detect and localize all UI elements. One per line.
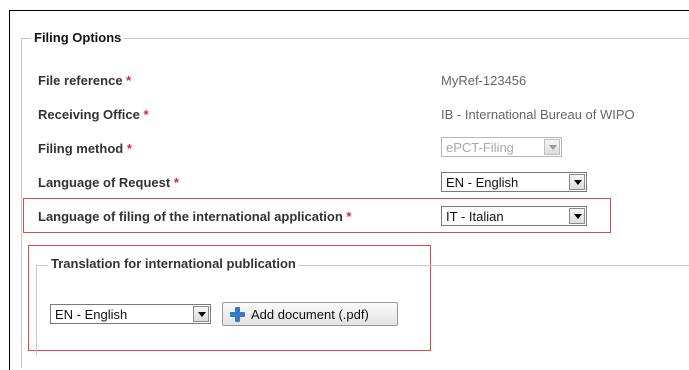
receiving-office-label: Receiving Office * [38, 107, 149, 122]
language-of-filing-select[interactable]: IT - Italian [441, 206, 587, 226]
language-of-filing-select-value: IT - Italian [446, 209, 504, 224]
file-reference-label: File reference * [38, 73, 131, 88]
file-reference-label-text: File reference [38, 73, 123, 88]
chevron-down-icon [574, 180, 582, 185]
filing-method-label-text: Filing method [38, 141, 124, 156]
file-reference-value: MyRef-123456 [441, 73, 527, 88]
chevron-down-icon [198, 312, 206, 317]
receiving-office-label-text: Receiving Office [38, 107, 140, 122]
language-of-request-dropdown-button[interactable] [569, 174, 585, 190]
language-of-filing-label: Language of filing of the international … [38, 209, 351, 224]
required-marker: * [126, 141, 132, 156]
add-document-button-label: Add document (.pdf) [251, 307, 369, 322]
filing-method-select-value: ePCT-Filing [446, 140, 514, 155]
filing-method-select: ePCT-Filing [441, 137, 562, 157]
chevron-down-icon [574, 214, 582, 219]
translation-language-select-value: EN - English [55, 307, 128, 322]
language-of-request-label-text: Language of Request [38, 175, 171, 190]
language-of-request-select[interactable]: EN - English [441, 172, 587, 192]
translation-legend: Translation for international publicatio… [48, 256, 299, 271]
receiving-office-value: IB - International Bureau of WIPO [441, 107, 635, 122]
add-document-button[interactable]: Add document (.pdf) [222, 302, 398, 326]
chevron-down-icon [549, 145, 557, 150]
filing-options-legend: Filing Options [31, 30, 125, 45]
translation-language-dropdown-button[interactable] [193, 306, 209, 322]
language-of-filing-label-text: Language of filing of the international … [38, 209, 343, 224]
plus-icon [230, 307, 245, 322]
language-of-request-select-value: EN - English [446, 175, 519, 190]
translation-language-select[interactable]: EN - English [50, 304, 211, 324]
language-of-request-label: Language of Request * [38, 175, 179, 190]
language-of-filing-dropdown-button[interactable] [569, 208, 585, 224]
filing-method-label: Filing method * [38, 141, 132, 156]
filing-method-dropdown-button [544, 139, 560, 155]
required-marker: * [173, 175, 179, 190]
required-marker: * [346, 209, 352, 224]
required-marker: * [143, 107, 149, 122]
required-marker: * [126, 73, 132, 88]
